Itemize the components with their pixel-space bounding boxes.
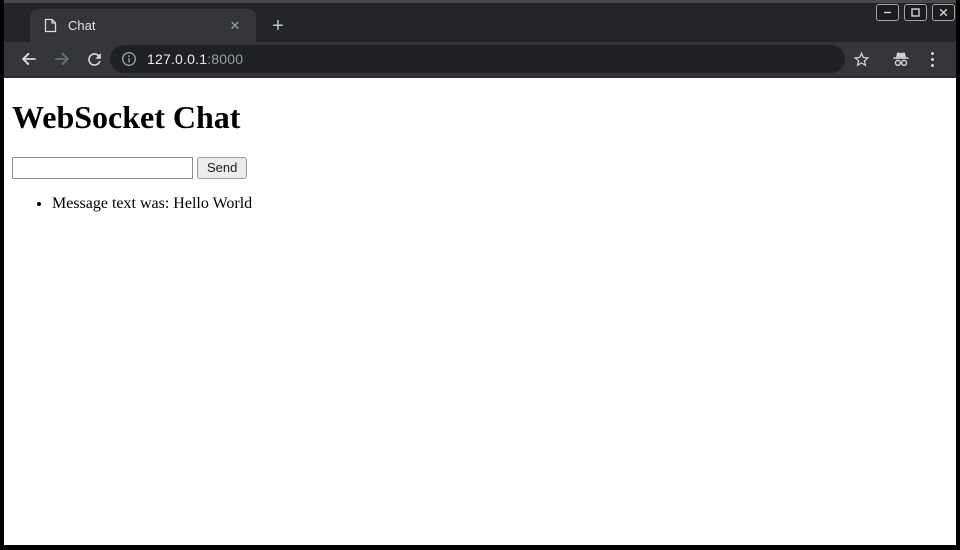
url-text: 127.0.0.1:8000 — [147, 51, 243, 67]
browser-menu-button[interactable] — [918, 45, 946, 73]
new-tab-button[interactable]: + — [265, 13, 291, 39]
minimize-button[interactable] — [876, 4, 899, 21]
reload-button[interactable] — [80, 45, 108, 73]
page-title: WebSocket Chat — [12, 99, 948, 136]
message-input[interactable] — [12, 157, 193, 179]
star-icon — [852, 50, 871, 69]
browser-window: Chat ✕ + — [0, 0, 960, 550]
back-arrow-icon — [19, 49, 39, 69]
message-list: Message text was: Hello World — [12, 195, 948, 214]
page-favicon-icon — [44, 18, 58, 34]
site-info-icon[interactable] — [120, 50, 138, 68]
bookmark-button[interactable] — [847, 45, 875, 73]
forward-arrow-icon — [52, 49, 72, 69]
maximize-button[interactable] — [904, 4, 927, 21]
close-button[interactable] — [932, 4, 955, 21]
tab-chat[interactable]: Chat ✕ — [30, 9, 256, 42]
incognito-badge-icon — [887, 45, 915, 73]
chat-form: Send — [12, 157, 948, 179]
browser-toolbar: 127.0.0.1:8000 — [4, 42, 956, 78]
url-port: :8000 — [207, 51, 243, 67]
window-controls — [876, 4, 955, 21]
send-button[interactable]: Send — [197, 157, 247, 179]
back-button[interactable] — [15, 45, 43, 73]
forward-button[interactable] — [48, 45, 76, 73]
page-content: WebSocket Chat Send Message text was: He… — [4, 78, 956, 545]
tab-close-icon[interactable]: ✕ — [226, 17, 244, 35]
message-item: Message text was: Hello World — [52, 195, 948, 214]
url-host: 127.0.0.1 — [147, 51, 207, 67]
tab-title: Chat — [68, 18, 226, 33]
reload-icon — [85, 50, 104, 69]
address-bar[interactable]: 127.0.0.1:8000 — [110, 45, 845, 73]
three-dots-icon — [931, 52, 934, 67]
tab-strip: Chat ✕ + — [4, 0, 956, 42]
